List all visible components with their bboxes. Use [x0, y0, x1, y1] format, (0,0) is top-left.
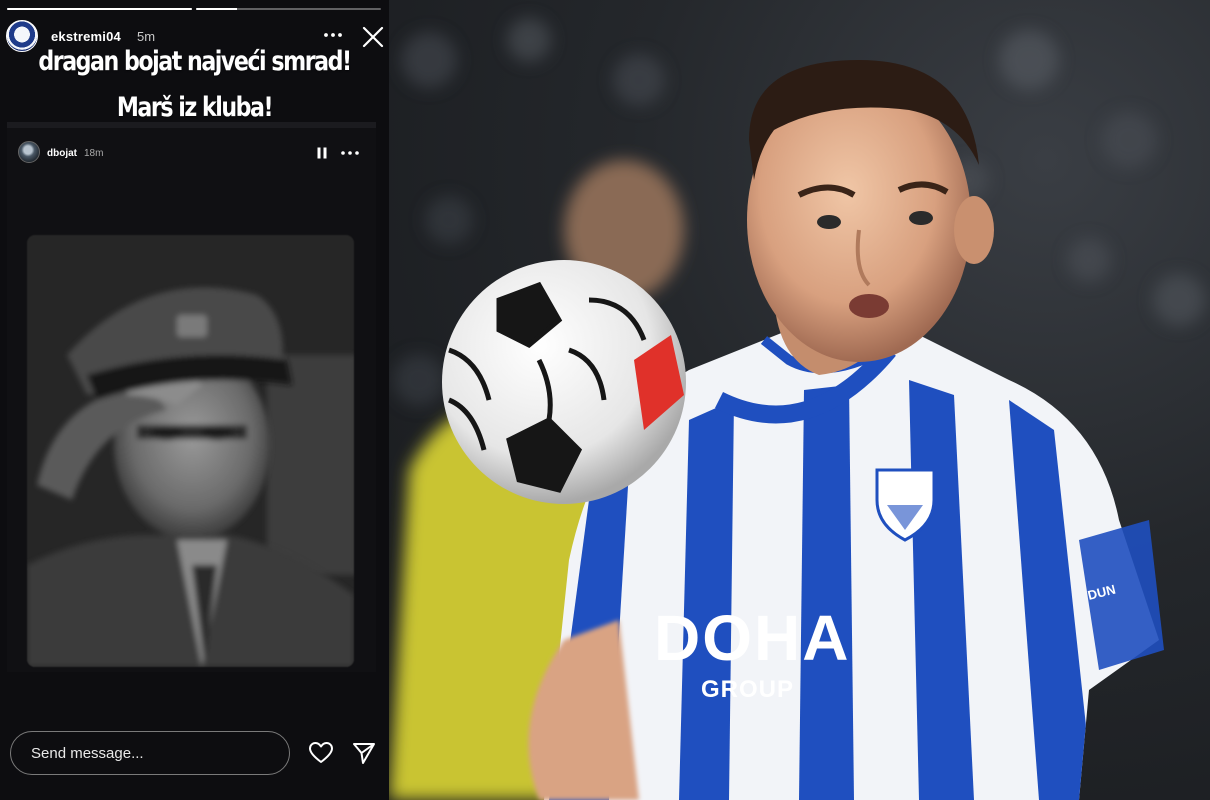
embedded-username: dbojat: [47, 148, 77, 159]
saluting-officer-illustration: [27, 235, 354, 667]
embedded-story-header: dbojat 18m: [7, 128, 376, 168]
shirt-sponsor-sub: GROUP: [701, 676, 794, 703]
story-progress: [7, 8, 381, 10]
more-horizontal-icon[interactable]: [322, 24, 344, 46]
story-progress-segment: [7, 8, 192, 10]
more-horizontal-icon[interactable]: [340, 148, 360, 158]
player-illustration: DUN DOHA GROUP: [389, 18, 1205, 800]
send-icon[interactable]: [351, 740, 377, 766]
story-username[interactable]: ekstremi04: [51, 29, 121, 44]
avatar[interactable]: [6, 20, 38, 52]
story-caption-line-1: dragan bojat najveći smrad!: [38, 46, 352, 77]
embedded-avatar: [18, 141, 40, 163]
shirt-sponsor-main: DOHA: [654, 602, 850, 674]
embedded-story: dbojat 18m: [7, 122, 376, 672]
story-progress-segment: [196, 8, 381, 10]
embedded-photo: [27, 235, 354, 667]
story-timestamp: 5m: [137, 29, 156, 44]
story-caption-line-2: Marš iz kluba!: [116, 92, 274, 123]
story-viewer: ekstremi04 5m dragan bojat najveći smrad…: [0, 0, 389, 800]
send-message-input[interactable]: [10, 731, 290, 775]
embedded-timestamp: 18m: [84, 148, 104, 159]
heart-icon[interactable]: [308, 740, 334, 766]
pause-icon[interactable]: [315, 146, 329, 160]
football-player-photo: DUN DOHA GROUP: [389, 0, 1210, 800]
close-icon[interactable]: [360, 24, 386, 50]
